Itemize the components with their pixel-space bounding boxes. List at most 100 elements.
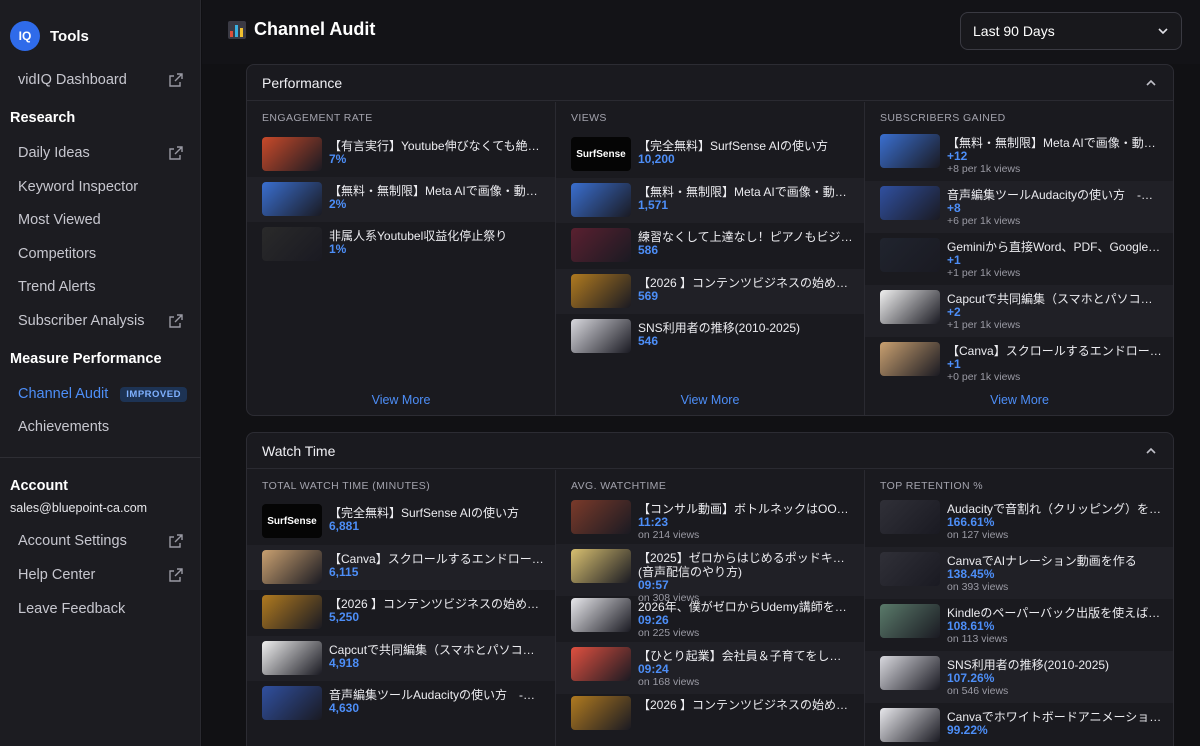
video-row[interactable]: CanvaでAIナレーション動画を作る 138.45% on 393 views	[865, 547, 1173, 599]
video-thumbnail[interactable]	[571, 549, 631, 583]
video-row[interactable]: 【コンサル動画】ボトルネックはOOに... 11:23 on 214 views	[556, 495, 864, 547]
video-title[interactable]: 【2026 】コンテンツビジネスの始め方...	[329, 595, 544, 612]
video-title[interactable]: 音声編集ツールAudacityの使い方 -マ...	[329, 686, 544, 703]
video-thumbnail[interactable]	[880, 708, 940, 742]
sidebar-item-account-settings[interactable]: Account Settings	[18, 533, 183, 549]
video-thumbnail[interactable]	[262, 640, 322, 675]
video-row[interactable]: SNS利用者の推移(2010-2025) 546	[556, 314, 864, 359]
video-row[interactable]: 2026年、僕がゼロからUdemy講師を始... 09:26 on 225 view…	[556, 593, 864, 645]
video-row[interactable]: SurfSense 【完全無料】SurfSense AIの使い方 10,200	[556, 132, 864, 177]
video-thumbnail[interactable]	[571, 319, 631, 353]
video-title[interactable]: 【Canva】スクロールするエンドロール...	[947, 342, 1162, 359]
video-title[interactable]: 2026年、僕がゼロからUdemy講師を始...	[638, 598, 853, 615]
video-row[interactable]: Audacityで音割れ（クリッピング）を修... 166.61% on 127 v…	[865, 495, 1173, 547]
sidebar-item-channel-audit[interactable]: Channel Audit IMPROVED	[18, 386, 187, 402]
video-row[interactable]: 【有言実行】Youtube伸びなくても絶対... 7%	[247, 132, 555, 177]
video-thumbnail[interactable]	[571, 182, 631, 217]
video-row[interactable]: 【2025】ゼロからはじめるポッドキャスト (音声配信のやり方) 09:57 on 3…	[556, 544, 864, 604]
sidebar-item-competitors[interactable]: Competitors	[18, 246, 96, 262]
view-more-link[interactable]: View More	[556, 393, 864, 407]
video-title-line2[interactable]: (音声配信のやり方)	[638, 563, 853, 580]
sidebar-item-subscriber-analysis[interactable]: Subscriber Analysis	[18, 313, 183, 329]
sidebar-item-most-viewed[interactable]: Most Viewed	[18, 212, 101, 228]
video-thumbnail[interactable]	[880, 290, 940, 324]
video-thumbnail[interactable]	[880, 500, 940, 534]
video-row[interactable]: 練習なくして上達なし！ピアノもビジネ... 586	[556, 223, 864, 268]
video-row[interactable]: 【Canva】スクロールするエンドロール... +1 +0 per 1k views	[865, 337, 1173, 389]
video-thumbnail[interactable]	[571, 647, 631, 681]
video-title[interactable]: SNS利用者の推移(2010-2025)	[638, 319, 853, 336]
video-row[interactable]: 【ひとり起業】会社員＆子育てをしなが... 09:24 on 168 views	[556, 642, 864, 694]
video-thumbnail[interactable]	[571, 228, 631, 262]
video-row[interactable]: SNS利用者の推移(2010-2025) 107.26% on 546 views	[865, 651, 1173, 703]
video-thumbnail[interactable]	[571, 273, 631, 308]
video-title[interactable]: 【ひとり起業】会社員＆子育てをしなが...	[638, 647, 853, 664]
video-thumbnail[interactable]	[571, 598, 631, 632]
video-thumbnail[interactable]	[880, 552, 940, 586]
video-title[interactable]: 【無料・無制限】Meta AIで画像・動画...	[638, 183, 853, 200]
video-title[interactable]: 【無料・無制限】Meta AIで画像・動画...	[947, 134, 1162, 151]
video-thumbnail[interactable]	[571, 696, 631, 730]
video-row[interactable]: 【2026 】コンテンツビジネスの始め方... 5,250	[247, 590, 555, 635]
video-row[interactable]: Capcutで共同編集（スマホとパソコン同... 4,918	[247, 635, 555, 681]
performance-panel-header[interactable]: Performance	[247, 65, 1173, 101]
sidebar-item-help-center[interactable]: Help Center	[18, 567, 183, 583]
video-thumbnail[interactable]	[880, 604, 940, 638]
video-thumbnail[interactable]	[571, 500, 631, 534]
date-range-select[interactable]: Last 90 Days	[960, 12, 1182, 50]
video-row[interactable]: Canvaでホワイトボードアニメーション... 99.22%	[865, 703, 1173, 746]
chevron-up-icon[interactable]	[1145, 77, 1157, 89]
video-thumbnail[interactable]	[880, 238, 940, 272]
video-thumbnail[interactable]: SurfSense	[262, 504, 322, 538]
video-thumbnail[interactable]: SurfSense	[571, 137, 631, 171]
video-row[interactable]: 【Canva】スクロールするエンドロール... 6,115	[247, 544, 555, 590]
video-title[interactable]: 【無料・無制限】Meta AIで画像・動画...	[329, 182, 544, 199]
sidebar-item-keyword-inspector[interactable]: Keyword Inspector	[18, 179, 138, 195]
video-thumbnail[interactable]	[880, 656, 940, 690]
video-row[interactable]: 音声編集ツールAudacityの使い方 -マ... +8 +6 per 1k vie…	[865, 181, 1173, 233]
video-thumbnail[interactable]	[262, 549, 322, 584]
video-title[interactable]: 音声編集ツールAudacityの使い方 -マ...	[947, 186, 1162, 203]
video-thumbnail[interactable]	[880, 134, 940, 168]
video-title[interactable]: Capcutで共同編集（スマホとパソコン同...	[329, 641, 544, 658]
video-row[interactable]: 【2026 】コンテンツビジネスの始め方...	[556, 691, 864, 743]
video-thumbnail[interactable]	[880, 186, 940, 220]
video-title[interactable]: 練習なくして上達なし！ピアノもビジネ...	[638, 228, 853, 245]
video-row[interactable]: Capcutで共同編集（スマホとパソコン同... +2 +1 per 1k view…	[865, 285, 1173, 337]
sidebar-item-leave-feedback[interactable]: Leave Feedback	[18, 601, 125, 617]
video-row[interactable]: 【無料・無制限】Meta AIで画像・動画... 1,571	[556, 177, 864, 223]
video-title[interactable]: 【2026 】コンテンツビジネスの始め方...	[638, 696, 853, 713]
video-title[interactable]: 【Canva】スクロールするエンドロール...	[329, 550, 544, 567]
video-title[interactable]: 【コンサル動画】ボトルネックはOOに...	[638, 500, 853, 517]
video-row[interactable]: 【無料・無制限】Meta AIで画像・動画... 2%	[247, 177, 555, 222]
video-title[interactable]: 非属人系Youtubel収益化停止祭り	[329, 227, 544, 244]
video-thumbnail[interactable]	[880, 342, 940, 376]
video-row[interactable]: 音声編集ツールAudacityの使い方 -マ... 4,630	[247, 681, 555, 726]
sidebar-item-achievements[interactable]: Achievements	[18, 419, 109, 435]
video-row[interactable]: Geminiから直接Word、PDF、Googleド... +1 +1 per 1k…	[865, 233, 1173, 285]
brand[interactable]: IQ Tools	[10, 21, 89, 51]
view-more-link[interactable]: View More	[247, 393, 555, 407]
video-row[interactable]: SurfSense 【完全無料】SurfSense AIの使い方 6,881	[247, 499, 555, 544]
view-more-link[interactable]: View More	[865, 393, 1173, 407]
video-thumbnail[interactable]	[262, 182, 322, 216]
video-title[interactable]: 【完全無料】SurfSense AIの使い方	[329, 504, 544, 521]
sidebar-item-daily-ideas[interactable]: Daily Ideas	[18, 145, 183, 161]
video-thumbnail[interactable]	[262, 137, 322, 171]
video-title[interactable]: 【有言実行】Youtube伸びなくても絶対...	[329, 137, 544, 154]
sidebar-item-trend-alerts[interactable]: Trend Alerts	[18, 279, 96, 295]
video-row[interactable]: 非属人系Youtubel収益化停止祭り 1%	[247, 222, 555, 267]
watch-time-panel-header[interactable]: Watch Time	[247, 433, 1173, 469]
video-title[interactable]: 【2026 】コンテンツビジネスの始め方...	[638, 274, 853, 291]
video-thumbnail[interactable]	[262, 595, 322, 629]
video-row[interactable]: 【無料・無制限】Meta AIで画像・動画... +12 +8 per 1k vie…	[865, 129, 1173, 181]
chevron-up-icon[interactable]	[1145, 445, 1157, 457]
sidebar-item-dashboard[interactable]: vidIQ Dashboard	[18, 72, 183, 88]
video-thumbnail[interactable]	[262, 227, 322, 261]
video-title[interactable]: Geminiから直接Word、PDF、Googleド...	[947, 238, 1162, 255]
video-row[interactable]: 【2026 】コンテンツビジネスの始め方... 569	[556, 268, 864, 314]
video-thumbnail[interactable]	[262, 686, 322, 720]
video-title[interactable]: Capcutで共同編集（スマホとパソコン同...	[947, 290, 1162, 307]
sidebar-item-label: vidIQ Dashboard	[18, 72, 127, 88]
video-row[interactable]: Kindleのペーパーバック出版を使えば、... 108.61% on 113 vi…	[865, 599, 1173, 651]
